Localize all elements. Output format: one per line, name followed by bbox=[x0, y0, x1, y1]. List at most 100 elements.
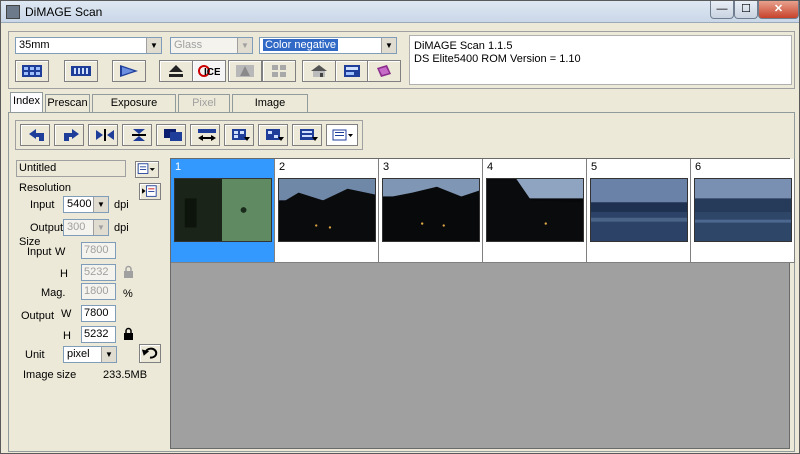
film-direction-button[interactable] bbox=[190, 124, 220, 146]
frame-thumbnail[interactable] bbox=[486, 178, 584, 242]
frame-number: 4 bbox=[487, 161, 494, 173]
holder-value: Glass bbox=[174, 39, 203, 51]
flip-horizontal-icon bbox=[96, 129, 114, 141]
percent-unit: % bbox=[123, 288, 133, 300]
output-lock-icon[interactable] bbox=[122, 327, 135, 341]
scan-button[interactable] bbox=[112, 60, 146, 82]
unit-select[interactable]: pixel ▼ bbox=[63, 346, 117, 363]
window-title: DiMAGE Scan bbox=[25, 5, 103, 19]
rotate-right-button[interactable] bbox=[54, 124, 84, 146]
frames-icon bbox=[164, 129, 182, 141]
batch-prescan-button[interactable] bbox=[258, 124, 288, 146]
index-scan-button[interactable] bbox=[15, 60, 49, 82]
grid-icon bbox=[272, 65, 286, 77]
output-height-label: H bbox=[63, 330, 71, 342]
ice-button[interactable]: ICE bbox=[192, 60, 226, 82]
eject-button[interactable] bbox=[159, 60, 193, 82]
chevron-down-icon[interactable]: ▼ bbox=[93, 197, 108, 212]
tab-index[interactable]: Index bbox=[10, 92, 43, 112]
output-dpi-select: 300 ▼ bbox=[63, 219, 109, 236]
version-info-box: DiMAGE Scan 1.1.5 DS Elite5400 ROM Versi… bbox=[409, 35, 792, 85]
auto-scan-icon bbox=[300, 129, 318, 141]
index-toolbar bbox=[15, 120, 363, 150]
version-line-rom: DS Elite5400 ROM Version = 1.10 bbox=[414, 53, 581, 65]
output-height-field[interactable]: 5232 bbox=[81, 326, 116, 343]
eject-icon bbox=[169, 65, 183, 77]
film-frame[interactable]: 4 bbox=[483, 159, 587, 263]
help-button[interactable] bbox=[367, 60, 401, 82]
input-dpi-value: 5400 bbox=[67, 198, 92, 210]
frame-number: 1 bbox=[175, 161, 182, 173]
input-dpi-select[interactable]: 5400 ▼ bbox=[63, 196, 109, 213]
resolution-label: Resolution bbox=[19, 182, 71, 194]
magnification-label: Mag. bbox=[41, 287, 66, 299]
film-frame[interactable]: 1 bbox=[171, 159, 275, 263]
rotate-left-button[interactable] bbox=[20, 124, 50, 146]
title-bar[interactable]: DiMAGE Scan — ☐ ✕ bbox=[1, 1, 799, 23]
film-frame[interactable]: 6 bbox=[691, 159, 795, 263]
index-menu-button[interactable] bbox=[326, 124, 358, 146]
undo-icon bbox=[141, 347, 158, 359]
input-height-label: H bbox=[60, 268, 68, 280]
film-type-select[interactable]: Color negative ▼ bbox=[259, 37, 397, 54]
tab-prescan[interactable]: Prescan bbox=[45, 94, 90, 112]
scanner-control-bar: 35mm ▼ Glass ▼ Color negative ▼ ICE DiMA… bbox=[8, 31, 795, 89]
flip-vertical-button[interactable] bbox=[122, 124, 152, 146]
frame-thumbnail[interactable] bbox=[382, 178, 480, 242]
rotate-left-icon bbox=[29, 129, 44, 141]
menu-list-icon bbox=[332, 129, 353, 141]
frame-number: 3 bbox=[383, 161, 390, 173]
load-settings-button[interactable] bbox=[139, 183, 161, 200]
batch-scan-button[interactable] bbox=[224, 124, 254, 146]
flip-horizontal-button[interactable] bbox=[88, 124, 118, 146]
frame-thumbnail[interactable] bbox=[278, 178, 376, 242]
unit-value: pixel bbox=[67, 348, 90, 360]
auto-scan-button[interactable] bbox=[292, 124, 322, 146]
frame-thumbnail[interactable] bbox=[174, 178, 272, 242]
job-list-icon bbox=[137, 163, 155, 174]
tab-image-correction[interactable]: Image correction bbox=[232, 94, 308, 125]
index-scan-icon bbox=[22, 65, 42, 77]
output-width-field[interactable]: 7800 bbox=[81, 305, 116, 322]
flip-vertical-icon bbox=[132, 129, 146, 141]
frame-thumbnail[interactable] bbox=[590, 178, 688, 242]
film-frame[interactable]: 2 bbox=[275, 159, 379, 263]
maximize-button[interactable]: ☐ bbox=[734, 1, 758, 19]
job-button[interactable] bbox=[335, 60, 369, 82]
select-all-button[interactable] bbox=[156, 124, 186, 146]
film-type-value: Color negative bbox=[263, 39, 338, 51]
job-icon bbox=[344, 65, 360, 77]
chevron-down-icon: ▼ bbox=[93, 220, 108, 235]
minimize-button[interactable]: — bbox=[710, 1, 734, 19]
film-frame[interactable]: 5 bbox=[587, 159, 691, 263]
house-icon bbox=[311, 65, 327, 77]
image-size-value: 233.5MB bbox=[103, 369, 148, 381]
grain-dissolver-button bbox=[228, 60, 262, 82]
holder-select: Glass ▼ bbox=[170, 37, 253, 54]
chevron-down-icon[interactable]: ▼ bbox=[101, 347, 116, 362]
svg-text:ICE: ICE bbox=[204, 67, 220, 78]
preferences-button[interactable] bbox=[302, 60, 336, 82]
input-width-label: W bbox=[55, 246, 66, 258]
frame-thumbnail[interactable] bbox=[694, 178, 792, 242]
film-format-value: 35mm bbox=[19, 39, 50, 51]
book-icon bbox=[377, 65, 391, 77]
reset-size-button[interactable] bbox=[139, 344, 161, 363]
chevron-down-icon[interactable]: ▼ bbox=[381, 38, 396, 53]
job-name-field[interactable]: Untitled bbox=[16, 160, 126, 177]
image-size-label: Image size bbox=[23, 369, 77, 381]
chevron-down-icon[interactable]: ▼ bbox=[146, 38, 161, 53]
multi-sample-button bbox=[262, 60, 296, 82]
tab-exposure-control[interactable]: Exposure control bbox=[92, 94, 176, 125]
film-direction-icon bbox=[198, 129, 216, 141]
scan-icon bbox=[120, 65, 138, 77]
film-frame[interactable]: 3 bbox=[379, 159, 483, 263]
frame-number: 5 bbox=[591, 161, 598, 173]
input-resolution-label: Input bbox=[30, 199, 55, 211]
film-format-select[interactable]: 35mm ▼ bbox=[15, 37, 162, 54]
light-source-icon bbox=[236, 65, 254, 77]
close-button[interactable]: ✕ bbox=[758, 1, 799, 19]
tab-pixel-polish: Pixel Polish bbox=[178, 94, 230, 125]
prescan-button[interactable] bbox=[64, 60, 98, 82]
job-menu-button[interactable] bbox=[135, 161, 159, 178]
